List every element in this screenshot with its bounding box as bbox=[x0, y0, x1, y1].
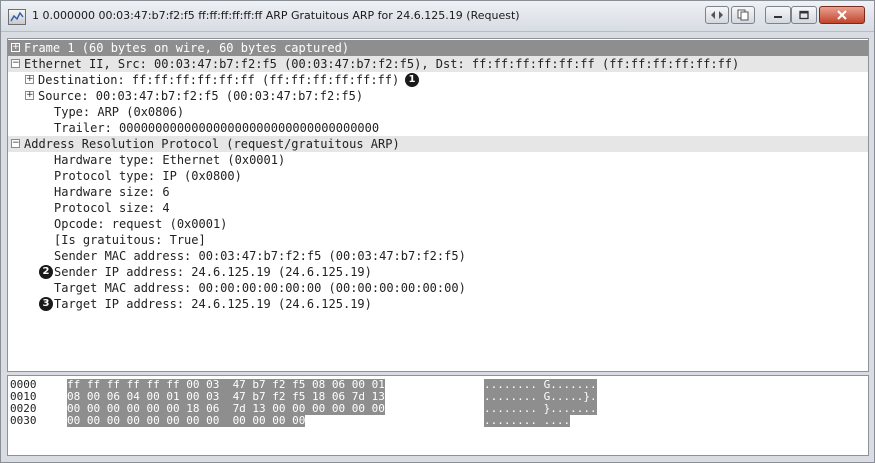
tree-row-label: Ethernet II, Src: 00:03:47:b7:f2:f5 (00:… bbox=[24, 57, 740, 71]
collapse-icon[interactable]: − bbox=[11, 59, 20, 68]
tree-row[interactable]: Hardware type: Ethernet (0x0001) bbox=[8, 152, 868, 168]
tree-row-label: Target IP address: 24.6.125.19 (24.6.125… bbox=[54, 297, 372, 311]
expand-icon[interactable]: + bbox=[25, 75, 34, 84]
tree-row-label: Protocol type: IP (0x0800) bbox=[54, 169, 242, 183]
tree-row[interactable]: Protocol type: IP (0x0800) bbox=[8, 168, 868, 184]
tree-row-label: Frame 1 (60 bytes on wire, 60 bytes capt… bbox=[24, 41, 350, 55]
tree-row-label: Opcode: request (0x0001) bbox=[54, 217, 228, 231]
title-bar[interactable]: 1 0.000000 00:03:47:b7:f2:f5 ff:ff:ff:ff… bbox=[1, 1, 874, 32]
tree-row-label: Type: ARP (0x0806) bbox=[54, 105, 185, 119]
tree-row[interactable]: Opcode: request (0x0001) bbox=[8, 216, 868, 232]
collapse-icon[interactable]: − bbox=[11, 139, 20, 148]
tree-row-label: Address Resolution Protocol (request/gra… bbox=[24, 137, 400, 151]
tree-row-label: Hardware size: 6 bbox=[54, 185, 170, 199]
hex-row[interactable]: 0030 00 00 00 00 00 00 00 00 00 00 00 00.… bbox=[8, 415, 868, 427]
maximize-icon bbox=[799, 10, 809, 20]
tree-row[interactable]: Hardware size: 6 bbox=[8, 184, 868, 200]
tree-row[interactable]: + Frame 1 (60 bytes on wire, 60 bytes cap… bbox=[8, 40, 868, 56]
tree-row-label: Destination: ff:ff:ff:ff:ff:ff (ff:ff:ff… bbox=[38, 73, 400, 87]
packet-bytes-pane[interactable]: 0000 ff ff ff ff ff ff 00 03 47 b7 f2 f5 … bbox=[7, 375, 869, 456]
tree-row[interactable]: Sender IP address: 24.6.125.19 (24.6.125… bbox=[8, 264, 868, 280]
tree-row-label: Trailer: 0000000000000000000000000000000… bbox=[54, 121, 380, 135]
tree-row[interactable]: Sender MAC address: 00:03:47:b7:f2:f5 (0… bbox=[8, 248, 868, 264]
minimize-icon bbox=[774, 16, 782, 18]
tree-row[interactable]: Type: ARP (0x0806) bbox=[8, 104, 868, 120]
tree-row-label: Protocol size: 4 bbox=[54, 201, 170, 215]
tree-row[interactable]: − Address Resolution Protocol (request/gr… bbox=[8, 136, 868, 152]
packet-details-tree[interactable]: + Frame 1 (60 bytes on wire, 60 bytes cap… bbox=[7, 38, 869, 372]
tree-row-label: Hardware type: Ethernet (0x0001) bbox=[54, 153, 286, 167]
copy-icon bbox=[737, 9, 749, 21]
tree-row[interactable]: + Source: 00:03:47:b7:f2:f5 (00:03:47:b7:… bbox=[8, 88, 868, 104]
tree-row-label: [Is gratuitous: True] bbox=[54, 233, 206, 247]
hex-ascii: ........ .... bbox=[484, 414, 571, 427]
copy-button[interactable] bbox=[731, 6, 755, 24]
packet-window: 1 0.000000 00:03:47:b7:f2:f5 ff:ff:ff:ff… bbox=[0, 0, 875, 463]
tree-row[interactable]: − Ethernet II, Src: 00:03:47:b7:f2:f5 (00… bbox=[8, 56, 868, 72]
expand-icon[interactable]: + bbox=[11, 43, 20, 52]
window-title: 1 0.000000 00:03:47:b7:f2:f5 ff:ff:ff:ff… bbox=[32, 9, 520, 22]
tree-row[interactable]: [Is gratuitous: True] bbox=[8, 232, 868, 248]
tree-row-label: Target MAC address: 00:00:00:00:00:00 (0… bbox=[54, 281, 466, 295]
close-button[interactable] bbox=[819, 6, 865, 24]
callout-marker: 3 bbox=[39, 297, 53, 311]
close-icon bbox=[837, 10, 847, 20]
maximize-button[interactable] bbox=[791, 6, 817, 24]
tree-row[interactable]: Target IP address: 24.6.125.19 (24.6.125… bbox=[8, 296, 868, 312]
wireshark-packet-icon bbox=[8, 9, 26, 25]
hex-bytes: 00 00 00 00 00 00 00 00 00 00 00 00 bbox=[67, 414, 306, 427]
tree-row-label: Sender IP address: 24.6.125.19 (24.6.125… bbox=[54, 265, 372, 279]
tree-row[interactable]: Protocol size: 4 bbox=[8, 200, 868, 216]
tree-row[interactable]: Target MAC address: 00:00:00:00:00:00 (0… bbox=[8, 280, 868, 296]
expand-icon[interactable]: + bbox=[25, 91, 34, 100]
callout-marker: 2 bbox=[39, 265, 53, 279]
tree-row-label: Source: 00:03:47:b7:f2:f5 (00:03:47:b7:f… bbox=[38, 89, 364, 103]
hex-offset: 0030 bbox=[10, 414, 37, 427]
prev-next-packet-button[interactable] bbox=[705, 6, 729, 24]
tree-row[interactable]: Trailer: 0000000000000000000000000000000… bbox=[8, 120, 868, 136]
prev-next-packet-icon bbox=[711, 11, 723, 19]
minimize-button[interactable] bbox=[765, 6, 791, 24]
tree-row[interactable]: + Destination: ff:ff:ff:ff:ff:ff (ff:ff:f… bbox=[8, 72, 868, 88]
tree-row-label: Sender MAC address: 00:03:47:b7:f2:f5 (0… bbox=[54, 249, 466, 263]
callout-marker: 1 bbox=[405, 73, 419, 87]
